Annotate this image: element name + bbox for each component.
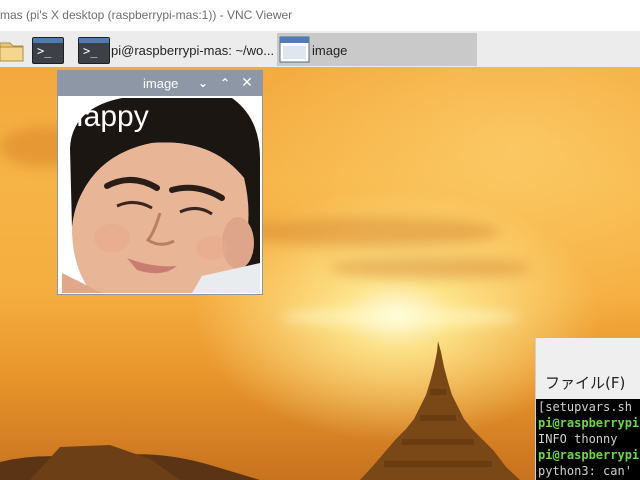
taskbar: >_ >_ pi@raspberrypi-mas: ~/wo... image [0,31,640,67]
terminal-icon: >_ [78,37,110,64]
terminal-launcher[interactable]: >_ [31,33,65,66]
chevron-down-icon[interactable]: ⌄ [195,75,211,91]
terminal-line: python3: can' [538,464,632,478]
file-menu[interactable]: ファイル(F) [545,372,625,393]
terminal-line: INFO thonny [538,432,618,446]
image-window-title: image [143,76,179,91]
image-window[interactable]: image ⌄ ⌃ ✕ Happy [57,70,263,295]
vnc-window-title: mas (pi's X desktop (raspberrypi-mas:1))… [0,8,293,22]
window-icon [279,36,310,63]
terminal-line: pi@raspberrypi [538,416,640,430]
taskbar-item-image[interactable]: image [277,33,477,66]
taskbar-item-terminal[interactable]: >_ pi@raspberrypi-mas: ~/wo... [77,33,275,66]
terminal-output[interactable]: [setupvars.sh pi@raspberrypi INFO thonny… [536,399,640,480]
folder-icon [0,42,24,62]
terminal-window[interactable]: ファイル(F) [setupvars.sh pi@raspberrypi INF… [535,338,640,480]
taskbar-item-terminal-label: pi@raspberrypi-mas: ~/wo... [111,43,275,58]
face-photo: Happy [62,98,260,293]
vnc-title-bar[interactable]: mas (pi's X desktop (raspberrypi-mas:1))… [0,0,640,32]
emotion-caption: Happy [62,100,149,133]
file-manager-launcher[interactable] [0,33,27,66]
taskbar-item-image-label: image [312,43,348,58]
terminal-line: pi@raspberrypi [538,448,640,462]
image-window-titlebar[interactable]: image ⌄ ⌃ ✕ [58,71,262,96]
chevron-up-icon[interactable]: ⌃ [217,75,233,91]
terminal-icon: >_ [32,37,64,64]
close-icon[interactable]: ✕ [239,75,255,91]
terminal-line: [setupvars.sh [538,400,632,414]
